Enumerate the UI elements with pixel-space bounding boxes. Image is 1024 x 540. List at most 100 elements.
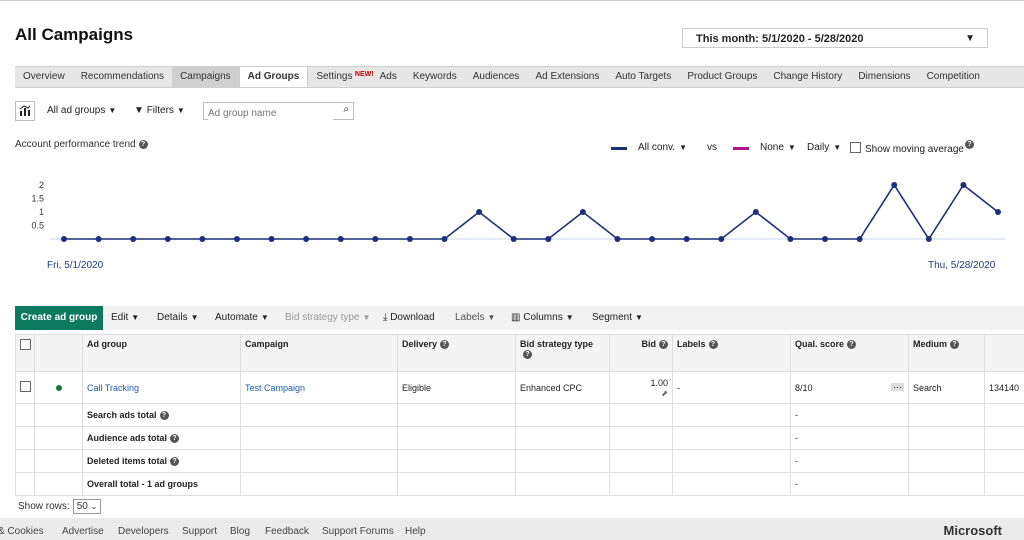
row-checkbox[interactable] bbox=[20, 381, 31, 392]
granularity-dropdown[interactable]: Daily ▼ bbox=[807, 142, 841, 153]
bid-header[interactable]: Bid? bbox=[609, 334, 673, 372]
medium-header[interactable]: Medium? bbox=[908, 334, 985, 372]
data-point[interactable] bbox=[925, 236, 932, 242]
data-point[interactable] bbox=[164, 236, 171, 242]
tab-dimensions[interactable]: Dimensions bbox=[850, 67, 918, 87]
help-icon[interactable]: ? bbox=[170, 457, 180, 466]
footer-link-developers[interactable]: Developers bbox=[118, 526, 169, 537]
data-point[interactable] bbox=[406, 236, 413, 242]
footer-link-blog[interactable]: Blog bbox=[230, 526, 250, 537]
bid-cell[interactable]: 1.00 ⬈ bbox=[609, 371, 673, 404]
data-point[interactable] bbox=[995, 209, 1001, 215]
data-point[interactable] bbox=[476, 209, 483, 215]
bid-strategy-dropdown[interactable]: Bid strategy type ▼ bbox=[285, 312, 370, 323]
data-point[interactable] bbox=[268, 236, 275, 242]
tab-settings[interactable]: Settings NEW! bbox=[308, 67, 373, 87]
data-point[interactable] bbox=[337, 236, 344, 242]
tab-auto-targets[interactable]: Auto Targets bbox=[607, 67, 679, 87]
tab-ad-extensions[interactable]: Ad Extensions bbox=[527, 67, 607, 87]
data-point[interactable] bbox=[579, 209, 586, 215]
moving-average-checkbox[interactable] bbox=[850, 142, 861, 153]
filters-dropdown[interactable]: ▼ Filters ▼ bbox=[134, 105, 185, 116]
tab-product-groups[interactable]: Product Groups bbox=[679, 67, 765, 87]
data-point[interactable] bbox=[510, 236, 517, 242]
filters-label: Filters bbox=[146, 105, 174, 116]
data-point[interactable] bbox=[718, 236, 725, 242]
top-divider bbox=[0, 0, 1024, 1]
tab-recommendations[interactable]: Recommendations bbox=[73, 67, 172, 87]
footer-link-support[interactable]: Support bbox=[182, 526, 217, 537]
data-point[interactable] bbox=[822, 236, 829, 242]
data-point[interactable] bbox=[614, 236, 621, 242]
campaign-header[interactable]: Campaign bbox=[240, 334, 398, 372]
download-button[interactable]: ⤓ Download bbox=[383, 312, 435, 323]
ad-group-scope-dropdown[interactable]: All ad groups ▼ bbox=[47, 105, 116, 116]
data-point[interactable] bbox=[372, 236, 379, 242]
rows-per-page-select[interactable]: 50 ⌄ bbox=[72, 499, 102, 514]
help-icon[interactable]: ? bbox=[708, 340, 718, 349]
metric1-dropdown[interactable]: All conv. ▼ bbox=[638, 142, 687, 153]
campaign-link[interactable]: Test Campaign bbox=[245, 383, 305, 393]
footer-link-privacy[interactable]: & Cookies bbox=[0, 526, 44, 537]
help-icon[interactable]: ? bbox=[523, 350, 532, 359]
tab-campaigns[interactable]: Campaigns bbox=[172, 67, 239, 87]
ad-group-link[interactable]: Call Tracking bbox=[87, 383, 139, 393]
help-icon[interactable]: ? bbox=[440, 340, 450, 349]
qual-score-header[interactable]: Qual. score? bbox=[790, 334, 909, 372]
ad-group-header[interactable]: Ad group bbox=[82, 334, 241, 372]
vs-label: vs bbox=[707, 142, 717, 153]
segment-dropdown[interactable]: Segment ▼ bbox=[592, 312, 643, 323]
data-point[interactable] bbox=[683, 236, 690, 242]
ad-group-search-input[interactable] bbox=[208, 106, 333, 121]
tab-keywords[interactable]: Keywords bbox=[405, 67, 465, 87]
tab-ads[interactable]: Ads bbox=[372, 67, 405, 87]
labels-dropdown[interactable]: Labels ▼ bbox=[455, 312, 495, 323]
tab-ad-groups[interactable]: Ad Groups bbox=[238, 67, 309, 87]
help-icon[interactable]: ? bbox=[138, 140, 148, 149]
footer-link-feedback[interactable]: Feedback bbox=[265, 526, 309, 537]
delivery-header[interactable]: Delivery? bbox=[397, 334, 516, 372]
footer-link-support-forums[interactable]: Support Forums bbox=[322, 526, 394, 537]
search-icon[interactable]: ⌕ bbox=[343, 104, 349, 115]
columns-dropdown[interactable]: ▥ Columns ▼ bbox=[511, 312, 574, 323]
edit-dropdown[interactable]: Edit ▼ bbox=[111, 312, 139, 323]
automate-dropdown[interactable]: Automate ▼ bbox=[215, 312, 269, 323]
bid-strategy-header[interactable]: Bid strategy type ? bbox=[515, 334, 610, 372]
data-point[interactable] bbox=[199, 236, 206, 242]
data-point[interactable] bbox=[441, 236, 448, 242]
data-point[interactable] bbox=[752, 209, 759, 215]
select-all-checkbox[interactable] bbox=[20, 339, 31, 350]
tab-competition[interactable]: Competition bbox=[919, 67, 988, 87]
data-point[interactable] bbox=[61, 236, 67, 242]
data-point[interactable] bbox=[649, 236, 656, 242]
details-dropdown[interactable]: Details ▼ bbox=[157, 312, 199, 323]
create-ad-group-button[interactable]: Create ad group bbox=[15, 306, 103, 330]
data-point[interactable] bbox=[856, 236, 863, 242]
help-icon[interactable]: ? bbox=[659, 340, 668, 349]
data-point[interactable] bbox=[891, 182, 898, 188]
footer-link-advertise[interactable]: Advertise bbox=[62, 526, 104, 537]
data-point[interactable] bbox=[130, 236, 137, 242]
moving-average-help[interactable]: ? bbox=[962, 139, 974, 150]
help-icon[interactable]: ? bbox=[965, 140, 974, 149]
moving-average-toggle[interactable]: Show moving average bbox=[850, 142, 964, 155]
date-range-picker[interactable]: This month: 5/1/2020 - 5/28/2020 ▼ bbox=[682, 28, 988, 48]
help-icon[interactable]: ? bbox=[159, 411, 169, 420]
tab-change-history[interactable]: Change History bbox=[765, 67, 850, 87]
labels-header[interactable]: Labels? bbox=[672, 334, 791, 372]
footer-link-help[interactable]: Help bbox=[405, 526, 426, 537]
help-icon[interactable]: ? bbox=[847, 340, 857, 349]
tab-audiences[interactable]: Audiences bbox=[465, 67, 528, 87]
data-point[interactable] bbox=[960, 182, 967, 188]
data-point[interactable] bbox=[545, 236, 552, 242]
more-icon[interactable]: ⋯ bbox=[891, 382, 904, 391]
data-point[interactable] bbox=[233, 236, 240, 242]
chart-toggle-button[interactable] bbox=[15, 101, 35, 121]
help-icon[interactable]: ? bbox=[170, 434, 180, 443]
metric2-dropdown[interactable]: None ▼ bbox=[760, 142, 796, 153]
data-point[interactable] bbox=[303, 236, 310, 242]
tab-overview[interactable]: Overview bbox=[15, 67, 73, 87]
data-point[interactable] bbox=[95, 236, 102, 242]
help-icon[interactable]: ? bbox=[950, 340, 960, 349]
data-point[interactable] bbox=[787, 236, 794, 242]
